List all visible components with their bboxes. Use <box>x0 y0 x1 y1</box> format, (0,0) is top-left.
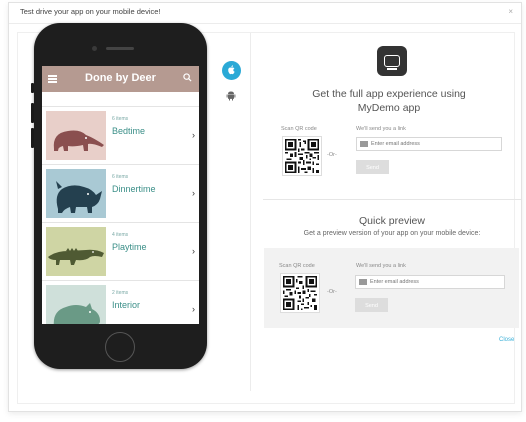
item-count: 2 items <box>112 290 129 296</box>
quick-preview-title: Quick preview <box>359 215 425 227</box>
modal-header: Test drive your app on your mobile devic… <box>9 3 521 24</box>
item-name: Playtime <box>112 242 147 252</box>
list-item[interactable]: 2 items Interior › <box>42 281 199 324</box>
hippo-thumbnail <box>46 285 106 324</box>
chevron-right-icon: › <box>192 130 195 140</box>
list-item[interactable]: 6 items Bedtime › <box>42 107 199 165</box>
or-divider: -Or- <box>327 152 337 158</box>
email-field[interactable] <box>356 137 502 151</box>
item-count: 6 items <box>112 116 129 122</box>
email-input[interactable] <box>370 276 490 288</box>
modal-title: Test drive your app on your mobile devic… <box>20 7 161 16</box>
or-divider: -Or- <box>327 289 337 295</box>
chevron-right-icon: › <box>192 188 195 198</box>
phone-camera <box>92 46 97 51</box>
qr-code <box>282 136 322 176</box>
scan-qr-label: Scan QR code <box>281 126 317 132</box>
send-button[interactable]: Send <box>356 160 389 174</box>
mydemo-app-icon <box>377 46 407 76</box>
android-icon <box>226 88 236 106</box>
ios-toggle[interactable] <box>222 61 241 80</box>
full-app-title: Get the full app experience using MyDemo… <box>279 87 499 115</box>
send-button[interactable]: Send <box>355 298 388 312</box>
item-name: Interior <box>112 300 141 310</box>
phone-home-button <box>105 332 135 362</box>
apple-icon <box>227 62 236 80</box>
scan-qr-label: Scan QR code <box>279 263 315 269</box>
list-item[interactable]: 6 items Dinnertime › <box>42 165 199 223</box>
email-field[interactable] <box>355 275 505 289</box>
list-item[interactable]: 4 items Playtime › <box>42 223 199 281</box>
phone-screen: Done by Deer 6 items Bedtime › 6 items D… <box>42 66 199 324</box>
android-toggle[interactable] <box>224 90 238 104</box>
quick-preview-subtitle: Get a preview version of your app on you… <box>303 230 481 237</box>
crocodile-thumbnail <box>46 227 106 276</box>
app-title: Done by Deer <box>85 72 156 84</box>
test-drive-modal: Test drive your app on your mobile devic… <box>8 2 522 412</box>
item-name: Bedtime <box>112 126 146 136</box>
panel-divider <box>250 33 251 391</box>
chevron-right-icon: › <box>192 246 195 256</box>
qr-code <box>280 273 320 313</box>
phone-mockup: Done by Deer 6 items Bedtime › 6 items D… <box>31 23 207 369</box>
mail-icon <box>360 141 368 147</box>
section-divider <box>263 199 521 200</box>
full-app-title-line1: Get the full app experience using <box>312 88 466 100</box>
full-app-title-line2: MyDemo app <box>357 102 421 114</box>
item-name: Dinnertime <box>112 184 156 194</box>
send-link-label: We'll send you a link <box>356 263 406 269</box>
phone-mute-switch <box>31 83 34 93</box>
item-count: 6 items <box>112 174 129 180</box>
mail-icon <box>359 279 367 285</box>
chevron-right-icon: › <box>192 304 195 314</box>
send-link-label: We'll send you a link <box>356 126 406 132</box>
email-input[interactable] <box>371 138 491 150</box>
item-count: 4 items <box>112 232 129 238</box>
rhino-thumbnail <box>46 169 106 218</box>
close-icon[interactable]: × <box>508 7 513 16</box>
close-link[interactable]: Close <box>499 337 514 343</box>
app-subheader <box>42 92 199 107</box>
phone-volume-up <box>31 103 34 123</box>
phone-speaker <box>106 47 134 50</box>
app-header: Done by Deer <box>42 66 199 92</box>
search-icon[interactable] <box>183 73 192 84</box>
anteater-thumbnail <box>46 111 106 160</box>
phone-volume-down <box>31 128 34 148</box>
